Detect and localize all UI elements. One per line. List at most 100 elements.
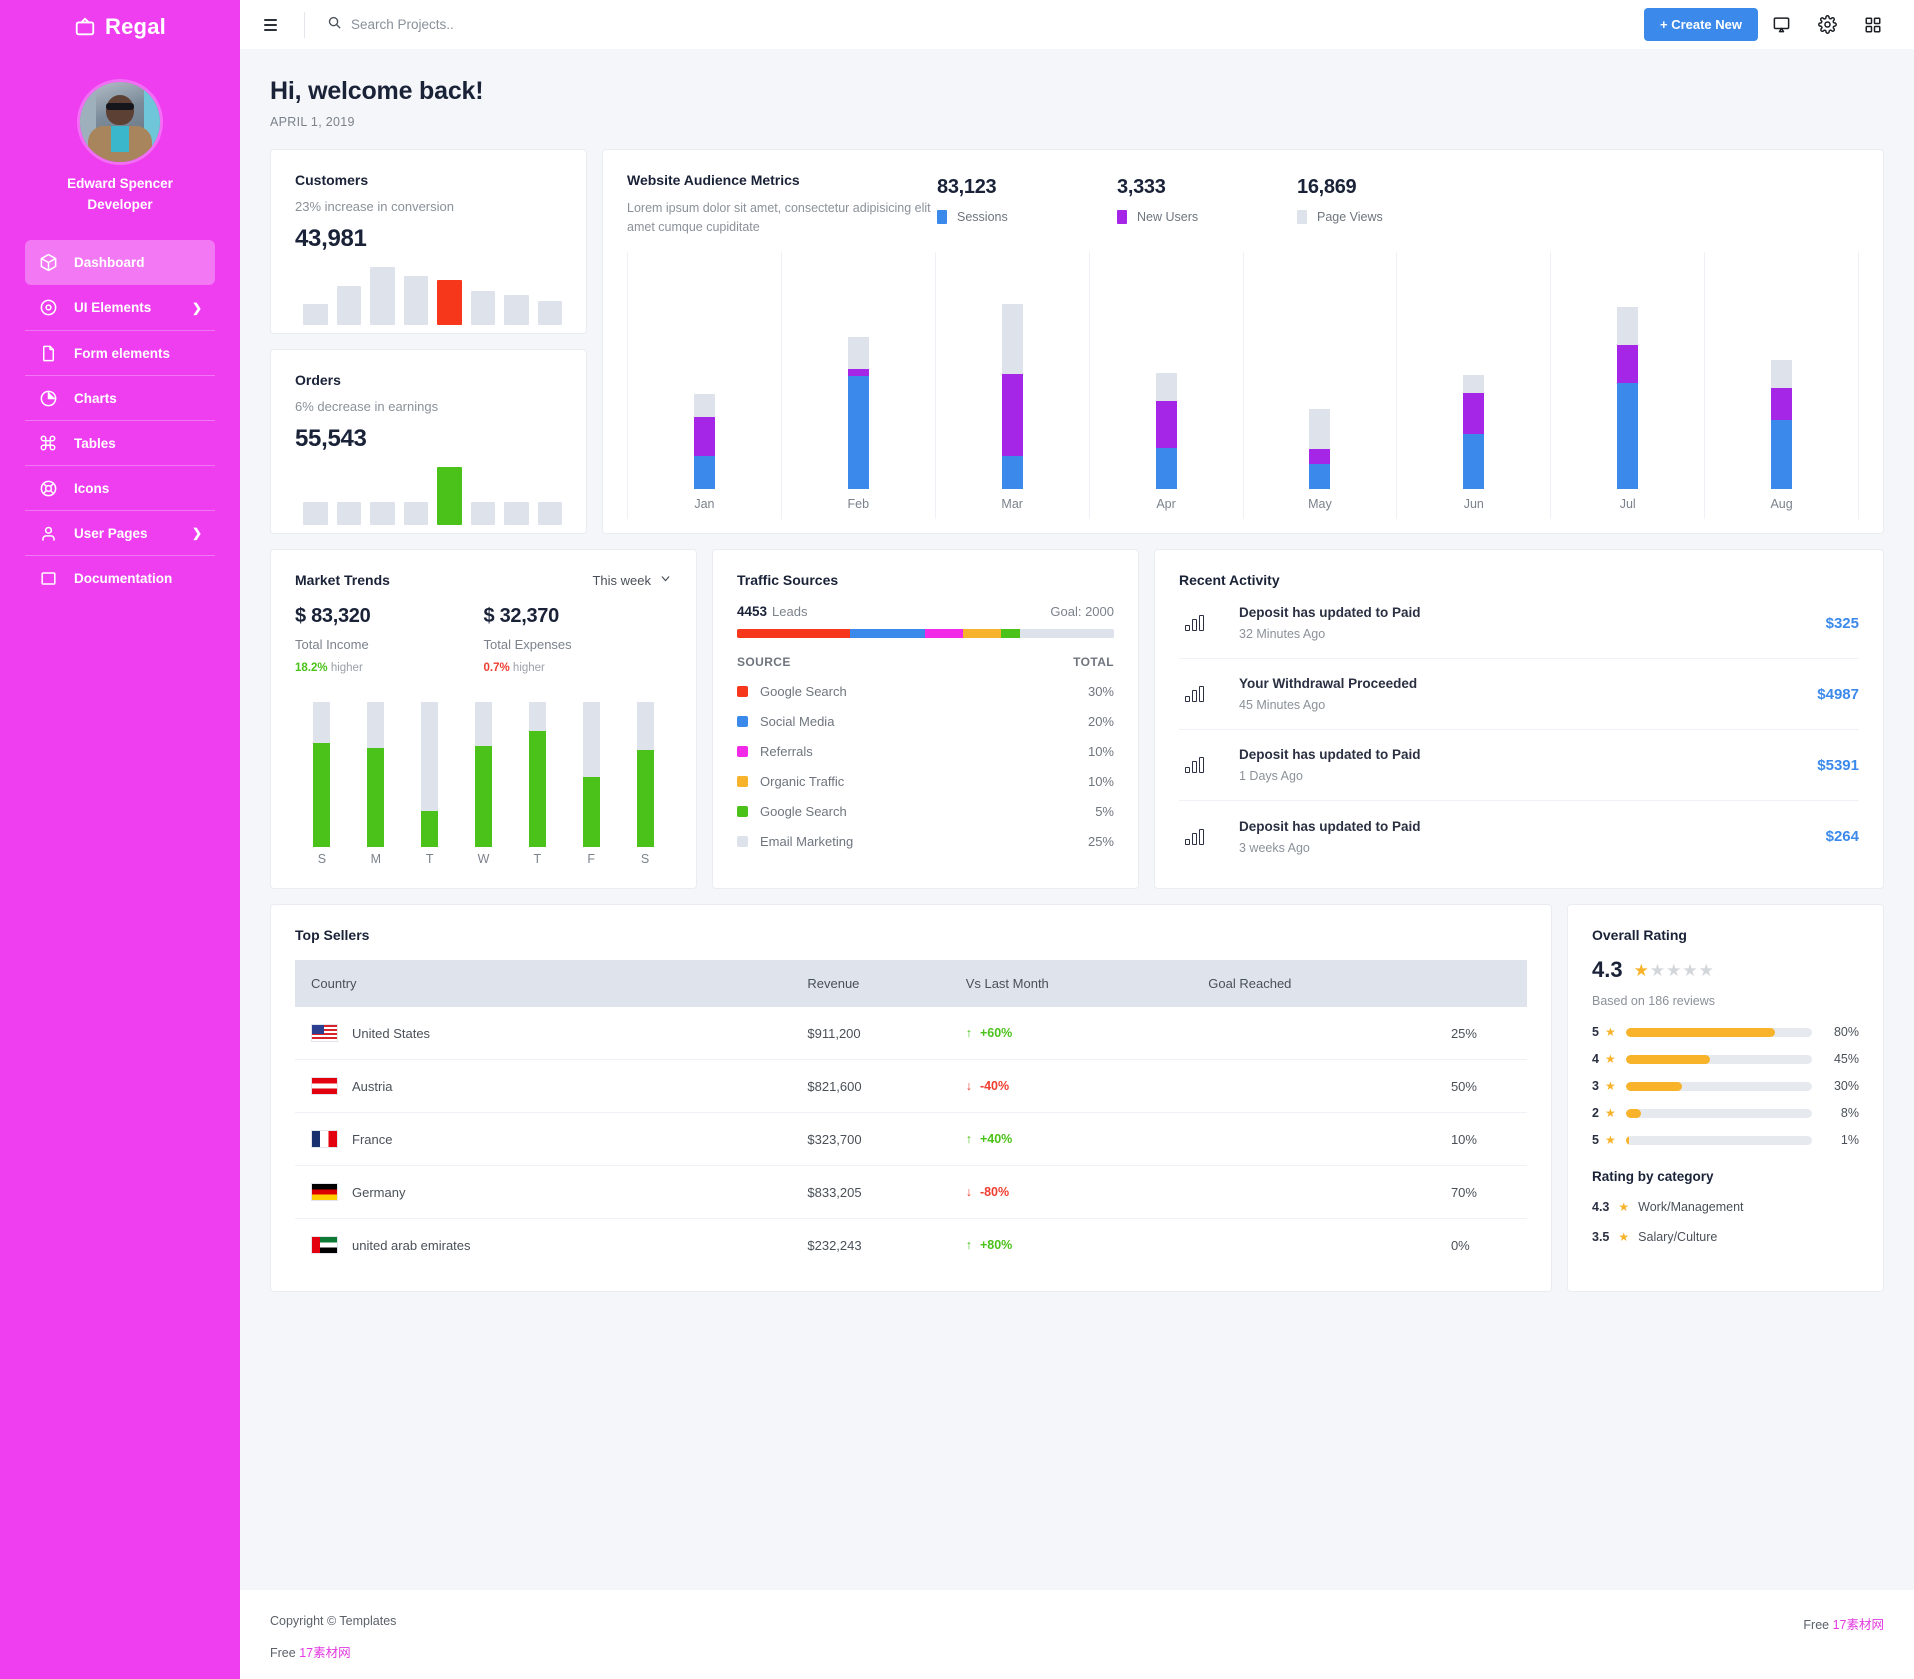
market-income-delta-suffix: higher <box>330 662 363 674</box>
overall-rating-card: Overall Rating 4.3 ★ ★ ★ ★ ★ Based on 186 re… <box>1567 904 1884 1292</box>
rating-category-row: 4.3 ★ Work/Management <box>1592 1200 1859 1214</box>
cast-screen-icon[interactable] <box>1758 7 1804 43</box>
market-period-select[interactable]: This week <box>592 572 672 588</box>
activity-row[interactable]: Your Withdrawal Proceeded 45 Minutes Ago $… <box>1179 659 1859 730</box>
cell-goal-reached <box>1208 1007 1451 1060</box>
sidebar-item-dashboard[interactable]: Dashboard <box>25 240 215 285</box>
sidebar-item-label: UI Elements <box>74 300 152 315</box>
legend-swatch <box>937 210 947 224</box>
cell-goal-reached <box>1208 1112 1451 1166</box>
hamburger-icon[interactable] <box>264 18 288 31</box>
traffic-color-swatch <box>737 746 748 757</box>
row-market-traffic-activity: Market Trends This week $ 83,320 Total I… <box>270 549 1884 889</box>
audience-stat-label: Page Views <box>1317 210 1383 224</box>
row-kpi-audience: Customers 23% increase in conversion 43,… <box>270 149 1884 534</box>
gear-icon[interactable] <box>1804 7 1850 43</box>
footer-free-link[interactable]: 17素材网 <box>299 1646 350 1660</box>
grid-apps-icon[interactable] <box>1850 7 1896 43</box>
customers-value: 43,981 <box>295 225 367 252</box>
table-row[interactable]: Germany $833,205 ↓ -80% 70% <box>295 1165 1527 1219</box>
sidebar-item-tables[interactable]: Tables <box>25 420 215 465</box>
create-new-button[interactable]: + Create New <box>1643 8 1758 41</box>
sidebar-item-documentation[interactable]: Documentation <box>25 555 215 600</box>
activity-row[interactable]: Deposit has updated to Paid 32 Minutes Ag… <box>1179 588 1859 659</box>
market-figures: $ 83,320 Total Income 18.2% higher $ 32,… <box>295 605 672 674</box>
search-box[interactable] <box>327 15 1644 35</box>
audience-stat-label: New Users <box>1137 210 1199 224</box>
search-input[interactable] <box>351 17 691 32</box>
market-income: $ 83,320 Total Income 18.2% higher <box>295 605 484 674</box>
star-icon: ★ <box>1605 1025 1616 1039</box>
audience-title: Website Audience Metrics <box>627 172 800 188</box>
avatar[interactable] <box>80 82 160 162</box>
traffic-color-swatch <box>737 776 748 787</box>
category-score: 3.5 <box>1592 1230 1610 1244</box>
brand-logo[interactable]: Regal <box>74 14 166 40</box>
traffic-row: Email Marketing 25% <box>737 834 1114 849</box>
star-icon: ★ <box>1618 1230 1630 1244</box>
customers-subtitle: 23% increase in conversion <box>295 199 454 214</box>
sidebar-item-label: Icons <box>74 480 110 496</box>
activity-time: 1 Days Ago <box>1239 769 1303 783</box>
market-bar <box>528 702 546 847</box>
rating-progress-bar <box>1625 1081 1812 1091</box>
sidebar-nav: Dashboard UI Elements ❯ Form elements Ch… <box>0 240 240 600</box>
sidebar-item-charts[interactable]: Charts <box>25 375 215 420</box>
traffic-col-total: TOTAL <box>1073 655 1114 669</box>
sidebar-item-icons[interactable]: Icons <box>25 465 215 510</box>
stacked-bar-segment <box>1617 345 1639 384</box>
traffic-goal: Goal: 2000 <box>1050 604 1114 619</box>
traffic-table-header: SOURCE TOTAL <box>737 655 1114 669</box>
cell-goal-label: 70% <box>1450 1165 1527 1219</box>
activity-body: Deposit has updated to Paid 1 Days Ago <box>1239 747 1817 783</box>
cell-revenue: $833,205 <box>807 1165 966 1219</box>
audience-stat: 16,869 Page Views <box>1297 176 1477 238</box>
chart-column: F <box>564 696 618 871</box>
stacked-bar-segment <box>1463 393 1485 435</box>
table-row[interactable]: Austria $821,600 ↓ -40% 50% <box>295 1059 1527 1113</box>
activity-row[interactable]: Deposit has updated to Paid 3 weeks Ago $2… <box>1179 801 1859 872</box>
country-name: United States <box>352 1025 431 1041</box>
sidebar-item-ui-elements[interactable]: UI Elements ❯ <box>25 285 215 330</box>
star-icon: ★ <box>1633 960 1649 980</box>
table-row[interactable]: France $323,700 ↑ +40% 10% <box>295 1112 1527 1166</box>
rating-category-list: 4.3 ★ Work/Management 3.5 ★ Salary/Culture <box>1592 1200 1859 1244</box>
traffic-sources-card: Traffic Sources 4453 Leads Goal: 2000 SO… <box>712 549 1139 889</box>
sparkline-bar <box>303 304 328 325</box>
chart-column: Jul <box>1550 251 1704 519</box>
cell-revenue: $232,243 <box>807 1237 862 1253</box>
activity-time: 45 Minutes Ago <box>1239 698 1326 712</box>
kpi-column: Customers 23% increase in conversion 43,… <box>270 149 587 534</box>
stacked-bar-segment <box>693 455 715 489</box>
activity-amount: $325 <box>1825 614 1859 632</box>
rating-percent: 1% <box>1840 1133 1859 1147</box>
sidebar-item-user-pages[interactable]: User Pages ❯ <box>25 510 215 555</box>
cell-revenue: $911,200 <box>807 1007 966 1060</box>
activity-row[interactable]: Deposit has updated to Paid 1 Days Ago $53… <box>1179 730 1859 801</box>
table-row[interactable]: united arab emirates $232,243 ↑ +80% 0% <box>295 1219 1527 1272</box>
traffic-source-label: Google Search <box>760 804 847 819</box>
footer: Copyright © Templates Free 17素材网 Free 17… <box>240 1590 1914 1679</box>
chart-column: M <box>349 696 403 871</box>
table-row[interactable]: United States $911,200 ↑ +60% 25% <box>295 1007 1527 1060</box>
rating-score: 4.3 <box>1592 957 1623 982</box>
footer-right-link[interactable]: 17素材网 <box>1833 1618 1884 1632</box>
sparkline-bar <box>537 501 562 525</box>
stacked-bar <box>847 336 869 489</box>
footer-right-prefix: Free <box>1803 1618 1833 1632</box>
rating-title: Overall Rating <box>1592 927 1687 943</box>
rating-stars-count: 3 <box>1592 1079 1599 1093</box>
chart-x-label: S <box>317 852 327 866</box>
audience-stacked-bar-chart: Jan Feb Mar Apr May Jun Jul Aug <box>627 251 1859 519</box>
market-bar-fill <box>367 748 385 847</box>
market-expenses-delta-suffix: higher <box>512 662 545 674</box>
cell-goal-reached <box>1208 1165 1451 1219</box>
activity-body: Deposit has updated to Paid 32 Minutes Ag… <box>1239 605 1826 641</box>
orders-subtitle: 6% decrease in earnings <box>295 399 439 414</box>
stacked-bar-segment <box>1309 408 1331 449</box>
sparkline-bar <box>437 467 462 525</box>
cell-goal-reached <box>1208 1219 1451 1272</box>
sidebar-item-form-elements[interactable]: Form elements <box>25 330 215 375</box>
legend-swatch <box>1297 210 1307 224</box>
stacked-bar-segment <box>1309 448 1331 465</box>
